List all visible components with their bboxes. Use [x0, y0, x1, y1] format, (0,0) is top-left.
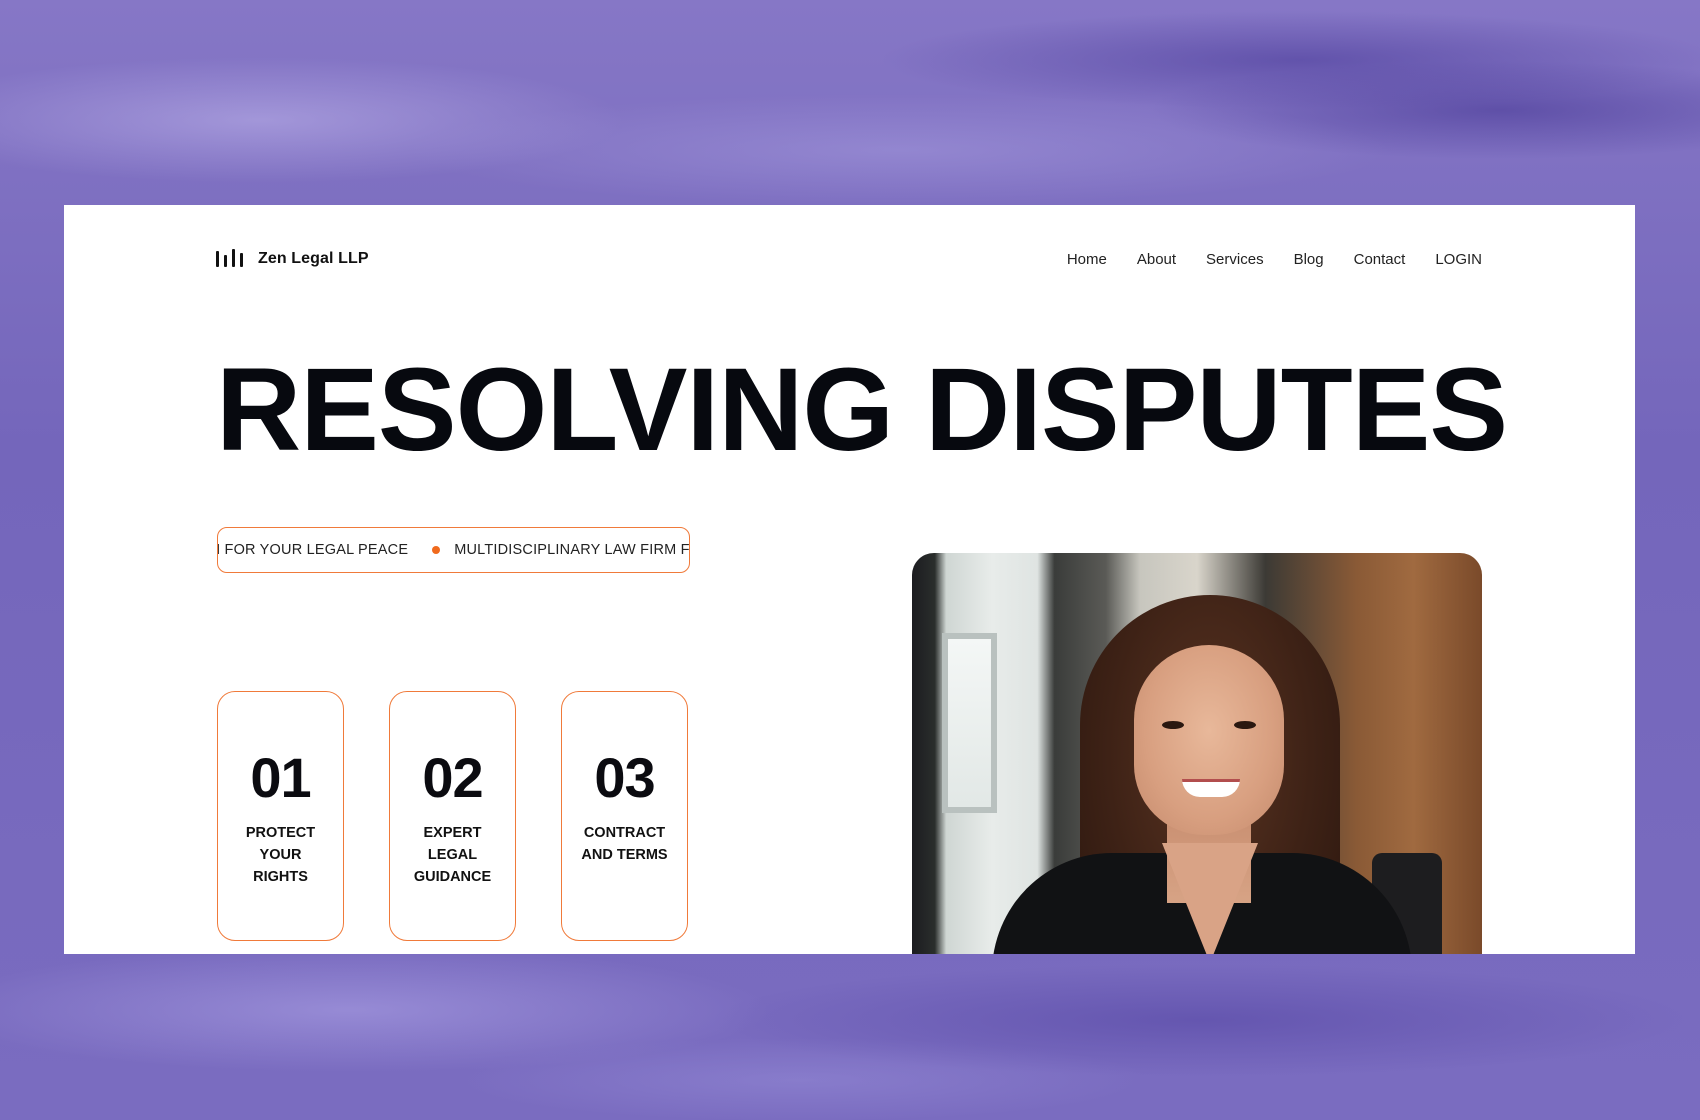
card-label: CONTRACT AND TERMS	[581, 825, 668, 863]
hero-title: RESOLVING DISPUTES	[216, 344, 1508, 476]
feature-card-03[interactable]: 03 CONTRACT AND TERMS	[561, 691, 688, 941]
main-nav: Home About Services Blog Contact LOGIN	[1067, 251, 1482, 268]
feature-card-02[interactable]: 02 EXPERT LEGAL GUIDANCE	[389, 691, 516, 941]
portrait-eye	[1162, 721, 1184, 729]
portrait-eye	[1234, 721, 1256, 729]
bars-logo-icon	[216, 247, 248, 271]
portrait-smile	[1182, 779, 1240, 797]
nav-services[interactable]: Services	[1206, 251, 1264, 268]
portrait-face	[1134, 645, 1284, 835]
card-label: PROTECT YOUR RIGHTS	[245, 825, 316, 885]
ticker-dot-icon	[432, 546, 441, 554]
website-window: Zen Legal LLP Home About Services Blog C…	[64, 205, 1635, 954]
ticker-marquee: M FOR YOUR LEGAL PEACE MULTIDISCIPLINARY…	[217, 527, 690, 573]
feature-card-01[interactable]: 01 PROTECT YOUR RIGHTS	[217, 691, 344, 941]
nav-home[interactable]: Home	[1067, 251, 1107, 268]
nav-about[interactable]: About	[1137, 251, 1176, 268]
card-label: EXPERT LEGAL GUIDANCE	[413, 825, 492, 885]
window-background	[942, 633, 997, 813]
site-logo[interactable]: Zen Legal LLP	[216, 247, 369, 271]
card-number: 03	[594, 746, 655, 809]
ticker-item: M FOR YOUR LEGAL PEACE	[217, 542, 409, 558]
ticker-item: MULTIDISCIPLINARY LAW FIRM F	[454, 542, 690, 558]
lawyer-portrait-image	[912, 553, 1482, 954]
brand-name: Zen Legal LLP	[258, 250, 369, 267]
nav-contact[interactable]: Contact	[1354, 251, 1406, 268]
feature-cards: 01 PROTECT YOUR RIGHTS 02 EXPERT LEGAL G…	[217, 691, 688, 941]
nav-login[interactable]: LOGIN	[1435, 251, 1482, 268]
card-number: 02	[422, 746, 483, 809]
card-number: 01	[250, 746, 311, 809]
nav-blog[interactable]: Blog	[1294, 251, 1324, 268]
